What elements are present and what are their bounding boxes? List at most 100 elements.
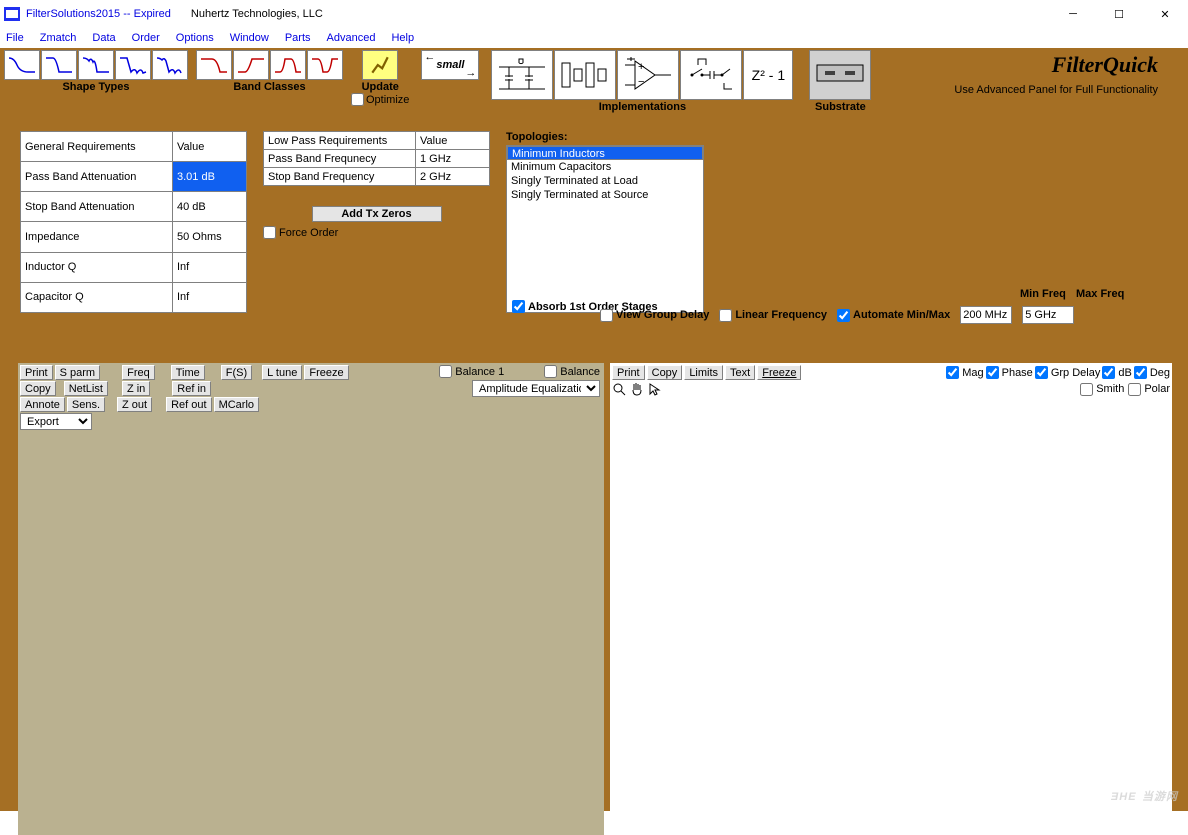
brand-subtitle: Use Advanced Panel for Full Functionalit… xyxy=(954,84,1158,96)
plot-copy-button[interactable]: Copy xyxy=(647,365,683,380)
fs-button[interactable]: F(S) xyxy=(221,365,252,380)
shape-type-5[interactable] xyxy=(152,50,188,80)
balance-checkbox[interactable] xyxy=(544,365,557,378)
menu-order[interactable]: Order xyxy=(132,32,160,44)
band-class-bandpass[interactable] xyxy=(270,50,306,80)
implementations-label: Implementations xyxy=(599,101,686,113)
shape-types-label: Shape Types xyxy=(62,81,129,93)
freq-button[interactable]: Freq xyxy=(122,365,155,380)
phase-checkbox[interactable] xyxy=(986,366,999,379)
smith-checkbox[interactable] xyxy=(1080,383,1093,396)
general-requirements-table: General RequirementsValue Pass Band Atte… xyxy=(20,131,247,313)
zoom-icon[interactable] xyxy=(612,382,626,396)
pan-icon[interactable] xyxy=(630,382,644,396)
menu-advanced[interactable]: Advanced xyxy=(327,32,376,44)
ltune-button[interactable]: L tune xyxy=(262,365,302,380)
impl-lc[interactable] xyxy=(491,50,553,100)
mcarlo-button[interactable]: MCarlo xyxy=(214,397,259,412)
menu-options[interactable]: Options xyxy=(176,32,214,44)
topology-item[interactable]: Minimum Capacitors xyxy=(507,160,703,174)
mag-checkbox[interactable] xyxy=(946,366,959,379)
zout-button[interactable]: Z out xyxy=(117,397,152,412)
netlist-button[interactable]: NetList xyxy=(64,381,108,396)
topology-item[interactable]: Singly Terminated at Load xyxy=(507,174,703,188)
sens-button[interactable]: Sens. xyxy=(67,397,105,412)
schematic-panel: Print S parm Freq Time F(S) L tune Freez… xyxy=(18,363,604,835)
impl-switched-cap[interactable] xyxy=(680,50,742,100)
plot-text-button[interactable]: Text xyxy=(725,365,755,380)
absorb-checkbox[interactable] xyxy=(512,300,525,313)
menu-file[interactable]: File xyxy=(6,32,24,44)
menu-help[interactable]: Help xyxy=(391,32,414,44)
min-freq-input[interactable] xyxy=(960,306,1012,324)
grpdelay-checkbox[interactable] xyxy=(1035,366,1048,379)
deg-checkbox[interactable] xyxy=(1134,366,1147,379)
band-classes-label: Band Classes xyxy=(233,81,305,93)
topologies-list[interactable]: Minimum Inductors Minimum Capacitors Sin… xyxy=(506,145,704,313)
optimize-checkbox[interactable] xyxy=(351,93,364,106)
max-freq-label: Max Freq xyxy=(1076,288,1132,300)
band-class-lowpass[interactable] xyxy=(196,50,232,80)
svg-text:+: + xyxy=(638,61,644,73)
app-icon xyxy=(4,7,20,21)
force-order-label: Force Order xyxy=(279,227,338,239)
automate-minmax-checkbox[interactable] xyxy=(837,309,850,322)
watermark: ƎHE 当游网 xyxy=(1111,787,1178,805)
refout-button[interactable]: Ref out xyxy=(166,397,211,412)
menu-data[interactable]: Data xyxy=(92,32,115,44)
band-class-bandstop[interactable] xyxy=(307,50,343,80)
menu-parts[interactable]: Parts xyxy=(285,32,311,44)
freeze-button[interactable]: Freeze xyxy=(304,365,348,380)
small-button[interactable]: ← small → xyxy=(421,50,479,80)
db-checkbox[interactable] xyxy=(1102,366,1115,379)
shape-type-4[interactable] xyxy=(115,50,151,80)
impl-stripline[interactable] xyxy=(554,50,616,100)
plot-freeze-button[interactable]: Freeze xyxy=(757,365,801,380)
time-button[interactable]: Time xyxy=(171,365,205,380)
zin-button[interactable]: Z in xyxy=(122,381,150,396)
window-title: FilterSolutions2015 -- Expired xyxy=(26,8,171,20)
topology-item[interactable]: Singly Terminated at Source xyxy=(507,188,703,202)
maximize-button[interactable]: ☐ xyxy=(1096,0,1142,28)
shape-type-3[interactable] xyxy=(78,50,114,80)
copy-button[interactable]: Copy xyxy=(20,381,56,396)
menu-window[interactable]: Window xyxy=(230,32,269,44)
print-button[interactable]: Print xyxy=(20,365,53,380)
plot-panel: Print Copy Limits Text Freeze Mag Phase … xyxy=(610,363,1172,835)
polar-checkbox[interactable] xyxy=(1128,383,1141,396)
topology-item[interactable]: Minimum Inductors xyxy=(507,146,703,160)
annote-button[interactable]: Annote xyxy=(20,397,65,412)
update-label: Update xyxy=(362,81,399,93)
sparm-button[interactable]: S parm xyxy=(55,365,100,380)
close-button[interactable]: ✕ xyxy=(1142,0,1188,28)
menu-zmatch[interactable]: Zmatch xyxy=(40,32,77,44)
optimize-label: Optimize xyxy=(366,94,409,106)
export-select[interactable]: Export xyxy=(20,413,92,430)
balance1-checkbox[interactable] xyxy=(439,365,452,378)
band-class-highpass[interactable] xyxy=(233,50,269,80)
linear-frequency-checkbox[interactable] xyxy=(719,309,732,322)
shape-type-2[interactable] xyxy=(41,50,77,80)
brand-title: FilterQuick xyxy=(954,52,1158,78)
amplitude-equalization-select[interactable]: Amplitude Equalization xyxy=(472,380,600,397)
lowpass-requirements-table: Low Pass RequirementsValue Pass Band Fre… xyxy=(263,131,490,186)
titlebar: FilterSolutions2015 -- Expired Nuhertz T… xyxy=(0,0,1188,28)
force-order-checkbox[interactable] xyxy=(263,226,276,239)
plot-print-button[interactable]: Print xyxy=(612,365,645,380)
plot-limits-button[interactable]: Limits xyxy=(684,365,723,380)
impl-opamp[interactable]: +− xyxy=(617,50,679,100)
menu-bar: File Zmatch Data Order Options Window Pa… xyxy=(0,28,1188,48)
max-freq-input[interactable] xyxy=(1022,306,1074,324)
shape-type-1[interactable] xyxy=(4,50,40,80)
company-name: Nuhertz Technologies, LLC xyxy=(191,8,323,20)
impl-digital[interactable]: Z² - 1 xyxy=(743,50,793,100)
refin-button[interactable]: Ref in xyxy=(172,381,211,396)
cursor-icon[interactable] xyxy=(648,382,662,396)
topologies-label: Topologies: xyxy=(506,131,704,143)
substrate-label: Substrate xyxy=(815,101,866,113)
substrate-button[interactable] xyxy=(809,50,871,100)
update-button[interactable] xyxy=(362,50,398,80)
view-group-delay-checkbox[interactable] xyxy=(600,309,613,322)
add-tx-zeros-button[interactable]: Add Tx Zeros xyxy=(312,206,442,222)
minimize-button[interactable]: ─ xyxy=(1050,0,1096,28)
